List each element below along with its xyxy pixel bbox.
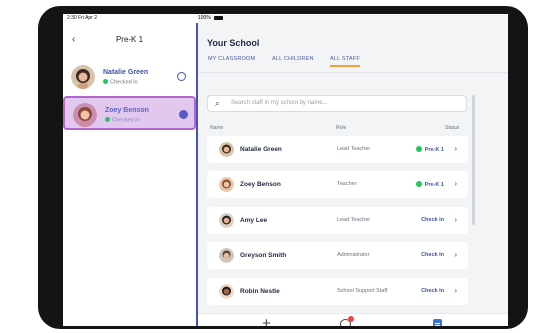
battery-icon [214,15,224,20]
class-panel: ‹ Pre-K 1 Natalie Green Checked in Zoey … [63,23,198,326]
column-header-role: Role [336,125,347,131]
staff-role: Lead Teacher [337,217,371,223]
avatar [219,213,234,228]
tablet-screen: 2:30 Fri Apr 2 100% ‹ Pre-K 1 Natalie Gr… [63,14,508,326]
scrollbar[interactable] [472,95,475,225]
chevron-right-icon[interactable]: › [454,144,457,153]
avatar [219,142,234,157]
bottom-toolbar: + [198,313,508,326]
staff-name: Greyson Smith [240,252,287,259]
device-frame: 2:30 Fri Apr 2 100% ‹ Pre-K 1 Natalie Gr… [0,0,535,333]
tab-my-classroom[interactable]: MY CLASSROOM [208,56,255,62]
search-icon: ⌕ [215,99,220,108]
class-title: Pre-K 1 [115,35,144,44]
status-time: 2:30 Fri Apr 2 [67,15,98,21]
search-input[interactable]: ⌕ Search staff in my school by name... [207,95,467,112]
status-bar: 2:30 Fri Apr 2 100% [63,14,508,318]
plus-icon[interactable]: + [262,315,271,326]
check-in-link[interactable]: Check in [421,288,444,294]
child-status: Checked in [103,79,138,86]
battery-percent: 100% [198,15,211,21]
staff-role: School Support Staff [337,288,388,294]
child-item-selected[interactable]: Zoey Benson Checked in [63,96,196,130]
check-circle-icon [105,117,110,122]
chevron-right-icon[interactable]: › [454,215,457,224]
notification-badge [348,316,354,322]
staff-role: Teacher [337,181,357,187]
table-row[interactable]: Robin Nestle School Support Staff Check … [207,278,468,305]
check-circle-icon [415,181,422,187]
table-row[interactable]: Greyson Smith Administrator Check in › [207,242,468,269]
avatar [73,103,97,127]
main-panel: Your School MY CLASSROOM ALL CHILDREN AL… [198,23,508,326]
check-in-link[interactable]: Check in [421,217,444,223]
child-item[interactable]: Natalie Green Checked in [63,60,196,94]
column-header-name: Name [210,125,224,131]
staff-name: Robin Nestle [240,288,280,295]
table-row[interactable]: Natalie Green Lead Teacher Pre-K 1 › [207,136,468,163]
check-in-link[interactable]: Check in [421,252,444,258]
tab-all-staff[interactable]: ALL STAFF [330,56,360,67]
table-row[interactable]: Zoey Benson Teacher Pre-K 1 › [207,171,468,198]
page-title: Your School [207,38,260,48]
avatar [219,248,234,263]
staff-role: Administrator [337,252,370,258]
column-header-status: Status [445,125,460,131]
avatar [71,65,95,89]
staff-name: Zoey Benson [240,181,281,188]
search-placeholder: Search staff in my school by name... [231,100,328,106]
chevron-right-icon[interactable]: › [454,250,457,259]
child-name: Natalie Green [103,69,149,76]
avatar [219,284,234,299]
tab-divider [198,72,508,73]
table-row[interactable]: Amy Lee Lead Teacher Check in › [207,207,468,234]
select-radio[interactable] [177,72,186,81]
chevron-right-icon[interactable]: › [454,179,457,188]
select-radio[interactable] [179,110,188,119]
tab-all-children[interactable]: ALL CHILDREN [272,56,314,62]
child-name: Zoey Benson [105,107,149,114]
check-circle-icon [103,79,108,84]
check-circle-icon [415,146,422,152]
staff-role: Lead Teacher [337,146,371,152]
staff-name: Natalie Green [240,146,282,153]
child-status: Checked in [105,117,140,124]
clipboard-icon[interactable] [433,319,442,326]
staff-status: Pre-K 1 [415,181,444,188]
chevron-right-icon[interactable]: › [454,286,457,295]
staff-status: Pre-K 1 [415,146,444,153]
avatar [219,177,234,192]
staff-name: Amy Lee [240,217,268,224]
